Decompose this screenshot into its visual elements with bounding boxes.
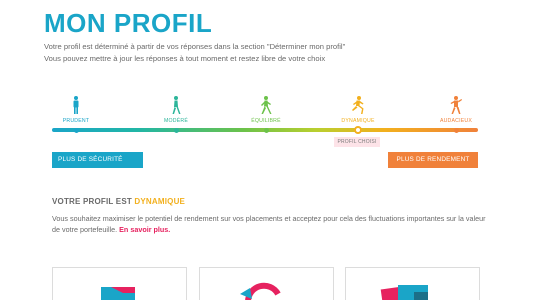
profile-dynamique[interactable]: DYNAMIQUE — [328, 96, 388, 124]
info-card[interactable] — [199, 267, 334, 300]
profile-prudent[interactable]: PRUDENT — [46, 96, 106, 124]
profile-label: MODÉRÉ — [164, 118, 188, 124]
standing-person-icon — [73, 96, 79, 114]
running-person-icon — [352, 96, 364, 114]
profile-scale: PRUDENT MODÉRÉ ÉQUILIBRÉ DYNAMIQUE AUDAC… — [52, 96, 478, 156]
slider-handle-selected[interactable] — [354, 126, 362, 134]
running-person-icon — [450, 96, 462, 114]
profile-label: DYNAMIQUE — [341, 118, 375, 124]
info-card[interactable] — [52, 267, 187, 300]
profile-heading: VOTRE PROFIL EST DYNAMIQUE — [52, 197, 185, 206]
profile-equilibre[interactable]: ÉQUILIBRÉ — [236, 96, 296, 124]
profile-audacieux[interactable]: AUDACIEUX — [426, 96, 486, 124]
more-safety-button[interactable]: PLUS DE SÉCURITÉ — [52, 152, 143, 168]
learn-more-link[interactable]: En savoir plus. — [119, 225, 170, 234]
profile-heading-prefix: VOTRE PROFIL EST — [52, 197, 132, 206]
intro-line-1: Votre profil est déterminé à partir de v… — [44, 42, 346, 51]
walking-person-icon — [172, 96, 181, 114]
profile-label: PRUDENT — [62, 118, 90, 124]
slider-dot[interactable] — [173, 127, 179, 133]
more-yield-button[interactable]: PLUS DE RENDEMENT — [388, 152, 478, 168]
profile-modere[interactable]: MODÉRÉ — [146, 96, 206, 124]
profile-description: Vous souhaitez maximiser le potentiel de… — [52, 213, 492, 235]
chosen-profile-tag: PROFIL CHOISI — [334, 137, 380, 147]
profile-label: ÉQUILIBRÉ — [251, 118, 281, 124]
page-title: MON PROFIL — [44, 8, 213, 38]
refresh-illustration-icon — [240, 282, 281, 300]
profile-heading-value: DYNAMIQUE — [134, 197, 186, 206]
chart-illustration-icon — [101, 287, 135, 300]
info-card[interactable] — [345, 267, 480, 300]
documents-illustration-icon — [380, 285, 428, 300]
intro-line-2: Vous pouvez mettre à jour les réponses à… — [44, 53, 326, 63]
walking-person-icon — [261, 96, 272, 114]
profile-description-text: Vous souhaitez maximiser le potentiel de… — [52, 214, 486, 234]
profile-label: AUDACIEUX — [439, 118, 473, 124]
slider-dot[interactable] — [263, 127, 269, 133]
slider-dot[interactable] — [73, 127, 79, 133]
slider-dot[interactable] — [453, 127, 459, 133]
intro-text: Votre profil est déterminé à partir de v… — [44, 41, 345, 64]
